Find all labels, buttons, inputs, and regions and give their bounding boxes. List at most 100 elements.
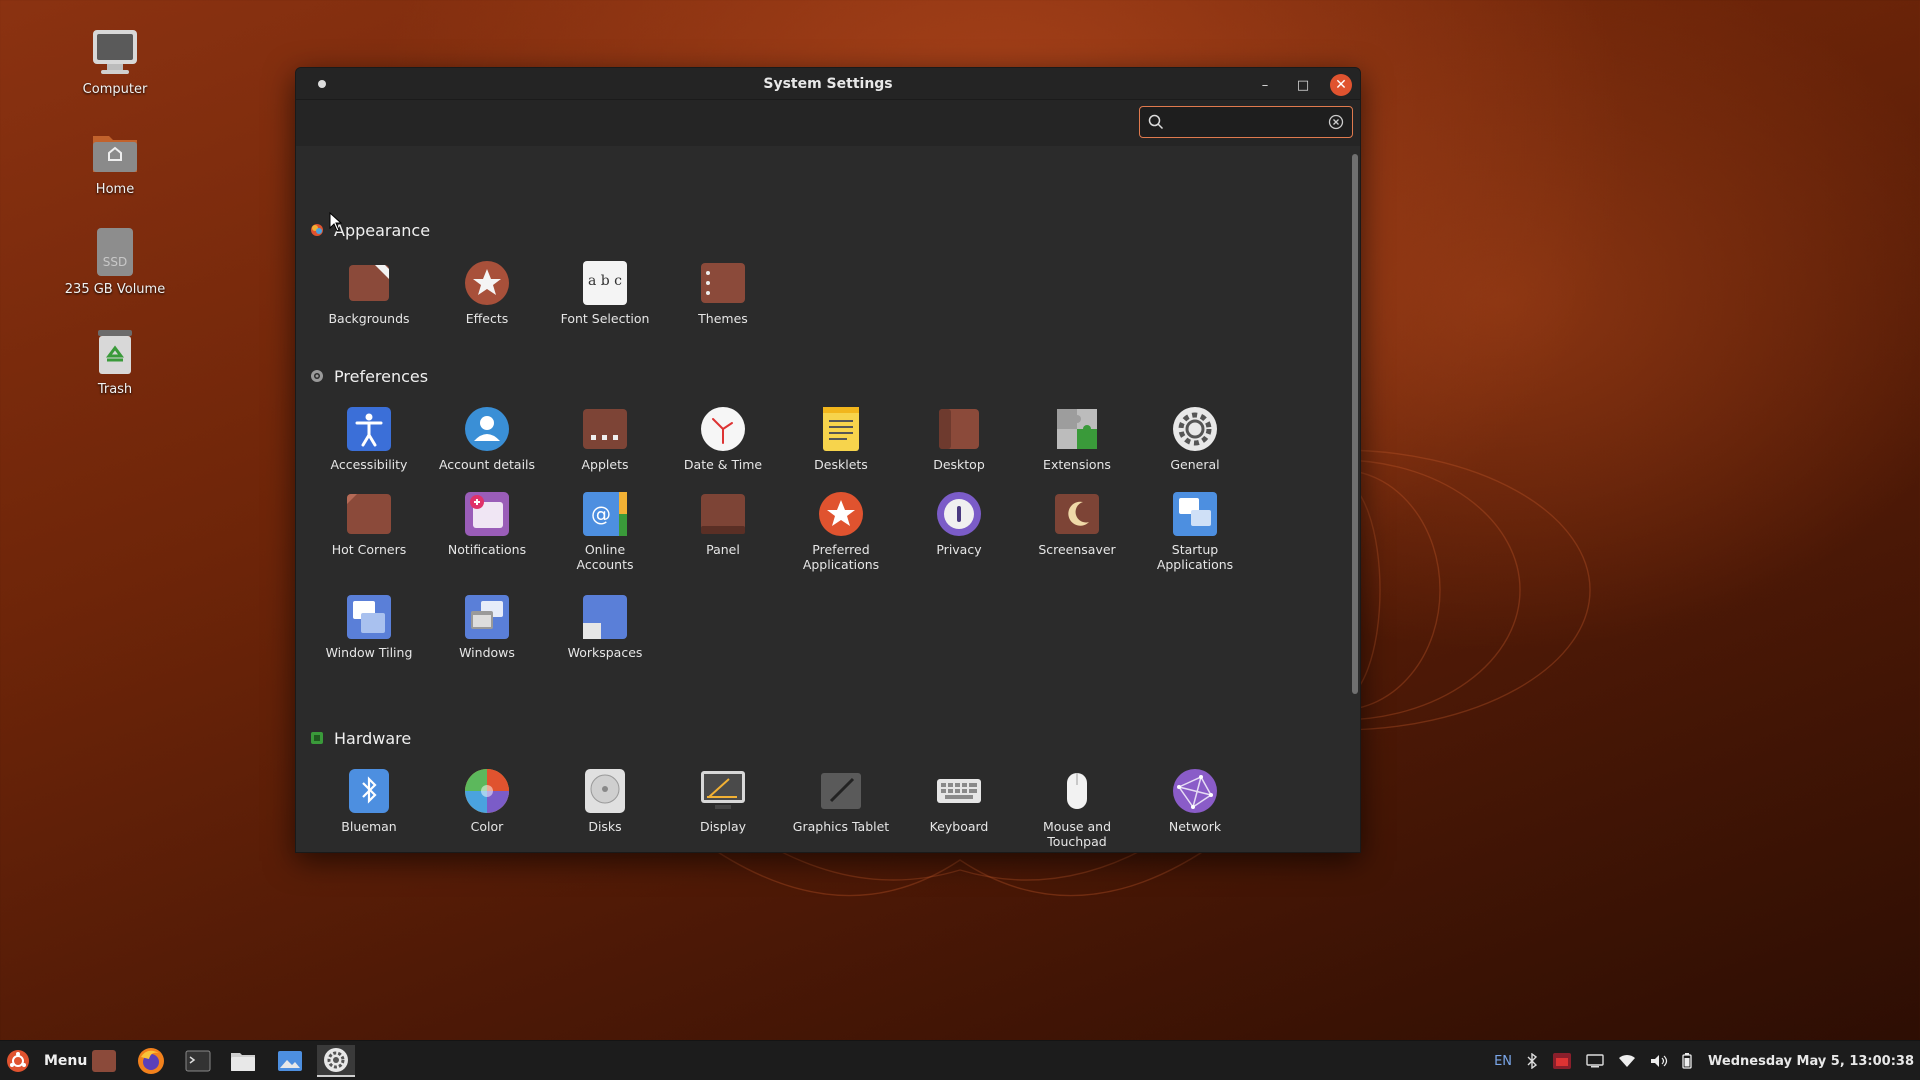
settings-item-window-tiling[interactable]: Window Tiling [310,593,428,660]
settings-item-label: Mouse and Touchpad [1042,819,1112,849]
settings-item-workspaces[interactable]: Workspaces [546,593,664,660]
desktop-icon-home[interactable]: Home [50,122,180,222]
folder-icon [231,1053,255,1071]
network-icon [1173,769,1217,813]
settings-item-accessibility[interactable]: Accessibility [310,405,428,472]
settings-item-themes[interactable]: Themes [664,259,782,326]
clock[interactable]: Wednesday May 5, 13:00:38 [1708,1054,1914,1069]
settings-item-label: Applets [581,457,629,472]
settings-item-preferred-applications[interactable]: Preferred Applications [782,490,900,572]
settings-item-label: Themes [698,311,748,326]
taskbar-image-viewer[interactable] [271,1045,309,1077]
puzzle-icon [1057,409,1097,449]
taskbar-terminal[interactable] [179,1045,217,1077]
window-tiling-icon [347,595,391,639]
desktop-icon-trash[interactable]: Trash [50,322,180,422]
online-accounts-glyph: @ [591,502,611,526]
settings-item-online-accounts[interactable]: @ Online Accounts [546,490,664,572]
volume-tray-icon[interactable] [1650,1054,1668,1068]
account-details-icon [465,407,509,451]
settings-item-blueman[interactable]: Blueman [310,767,428,834]
settings-item-panel[interactable]: Panel [664,490,782,557]
toolbar [296,100,1360,146]
settings-item-label: Windows [459,645,515,660]
settings-item-label: Effects [465,311,509,326]
settings-item-network[interactable]: Network [1136,767,1254,834]
desklets-note-icon [823,407,859,451]
keyboard-layout-indicator[interactable]: EN [1494,1054,1512,1069]
search-box[interactable] [1139,106,1353,138]
settings-item-label: Desklets [814,457,868,472]
settings-item-mouse-touchpad[interactable]: Mouse and Touchpad [1018,767,1136,849]
desktop-icons: Computer Home SSD 235 GB Volume Trash [50,22,180,422]
settings-item-hot-corners[interactable]: Hot Corners [310,490,428,557]
title-bar[interactable]: System Settings – □ ✕ [296,68,1360,100]
system-tray: EN Wednesday May 5, 13:00:38 [1480,1041,1914,1080]
settings-item-label: Accessibility [330,457,408,472]
minimize-button[interactable]: – [1254,74,1276,96]
settings-item-font-selection[interactable]: a b c Font Selection [546,259,664,326]
settings-item-label: Date & Time [683,457,763,472]
settings-item-label: Blueman [341,819,397,834]
graphics-tablet-icon [821,773,861,809]
settings-item-notifications[interactable]: Notifications [428,490,546,557]
desktop-icon-volume[interactable]: SSD 235 GB Volume [50,222,180,322]
settings-item-privacy[interactable]: Privacy [900,490,1018,557]
maximize-button[interactable]: □ [1292,74,1314,96]
settings-item-extensions[interactable]: Extensions [1018,405,1136,472]
settings-item-label: Window Tiling [325,645,413,660]
settings-item-windows[interactable]: Windows [428,593,546,660]
settings-item-disks[interactable]: Disks [546,767,664,834]
gear-icon [1173,407,1217,451]
clear-search-icon[interactable] [1328,114,1344,130]
settings-item-desklets[interactable]: Desklets [782,405,900,472]
section-title: Appearance [334,220,431,240]
settings-item-applets[interactable]: Applets [546,405,664,472]
taskbar-folder[interactable] [224,1045,262,1077]
desktop-icon-label: Home [95,182,135,197]
settings-item-general[interactable]: General [1136,405,1254,472]
trash-icon [98,330,132,374]
effects-star-icon [465,261,509,305]
update-manager-tray-icon[interactable] [1552,1052,1572,1070]
section-header-preferences: Preferences [310,365,428,387]
settings-item-date-time[interactable]: Date & Time [664,405,782,472]
settings-item-display[interactable]: Display [664,767,782,834]
section-header-hardware: Hardware [310,727,411,749]
display-tray-icon[interactable] [1586,1054,1604,1068]
wifi-tray-icon[interactable] [1618,1054,1636,1068]
taskbar-firefox[interactable] [132,1045,170,1077]
settings-item-backgrounds[interactable]: Backgrounds [310,259,428,326]
settings-item-account-details[interactable]: Account details [428,405,546,472]
close-button[interactable]: ✕ [1330,74,1352,96]
moon-icon [1055,494,1099,534]
computer-icon [93,30,137,74]
disk-icon [585,769,625,813]
taskbar-files-manager[interactable] [85,1045,123,1077]
settings-item-screensaver[interactable]: Screensaver [1018,490,1136,557]
battery-tray-icon[interactable] [1682,1053,1692,1069]
settings-item-desktop[interactable]: Desktop [900,405,1018,472]
settings-item-label: Notifications [447,542,527,557]
settings-item-label: Backgrounds [328,311,410,326]
desktop-icon-label: Computer [82,82,148,97]
settings-item-effects[interactable]: Effects [428,259,546,326]
bluetooth-tray-icon[interactable] [1526,1053,1538,1069]
display-icon [701,771,745,809]
settings-item-graphics-tablet[interactable]: Graphics Tablet [782,767,900,834]
ssd-badge: SSD [103,255,127,269]
taskbar-system-settings[interactable] [317,1045,355,1077]
search-input[interactable] [1170,111,1320,133]
settings-item-keyboard[interactable]: Keyboard [900,767,1018,834]
menu-label: Menu [44,1053,88,1069]
settings-item-color[interactable]: Color [428,767,546,834]
image-viewer-icon [278,1051,302,1071]
desktop-icon-computer[interactable]: Computer [50,22,180,122]
settings-item-label: Panel [706,542,740,557]
menu-button[interactable]: Menu [6,1049,87,1073]
themes-icon [701,263,745,303]
settings-item-label: Workspaces [567,645,643,660]
windows-icon [465,595,509,639]
scrollbar[interactable] [1352,154,1358,694]
settings-item-startup-applications[interactable]: Startup Applications [1136,490,1254,572]
